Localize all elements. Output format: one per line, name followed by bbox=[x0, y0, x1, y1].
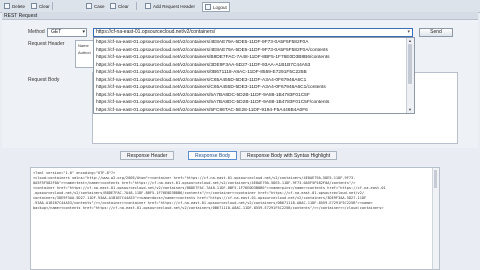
response-line: <?xml version="1.0" encoding="UTF-8"?> bbox=[33, 171, 116, 175]
url-autocomplete-dropdown[interactable]: https://cf-na-east-01.opsourcecloud.net/… bbox=[93, 37, 415, 114]
logout-icon bbox=[205, 4, 211, 10]
dropdown-item[interactable]: https://cf-na-east-01.opsourcecloud.net/… bbox=[96, 69, 307, 76]
method-value: GET bbox=[51, 29, 62, 35]
response-line: 0A5F5F582F0A"><name>test</name><contents… bbox=[33, 181, 356, 185]
dropdown-item[interactable]: https://cf-na-east-01.opsourcecloud.net/… bbox=[96, 39, 308, 46]
add-request-header-button[interactable]: Add Request Header bbox=[145, 2, 195, 10]
add-header-icon bbox=[145, 3, 151, 9]
dropdown-item[interactable]: https://cf-na-east-01.opsourcecloud.net/… bbox=[96, 107, 308, 114]
toolbar-divider bbox=[136, 2, 137, 10]
case-label: Case bbox=[94, 3, 105, 9]
response-line: backup</name><contents href="https://cf-… bbox=[33, 206, 384, 210]
request-body-label: Request Body bbox=[28, 77, 60, 83]
response-line: -93AA-A1B1B7C44A53/contents"/></containe… bbox=[33, 201, 373, 205]
response-scrollbar[interactable] bbox=[432, 168, 439, 269]
panel-title: REST Request bbox=[2, 12, 478, 20]
dropdown-arrow-icon[interactable]: ▾ bbox=[407, 29, 410, 36]
delete-label: Delete bbox=[12, 3, 26, 9]
response-tabs: Response Header Response Body Response B… bbox=[0, 148, 480, 162]
dropdown-item[interactable]: https://cf-na-east-01.opsourcecloud.net/… bbox=[96, 62, 310, 69]
send-button[interactable]: Send bbox=[419, 28, 453, 37]
dropdown-scrollbar[interactable]: ▲ ▼ bbox=[406, 38, 414, 113]
dropdown-item[interactable]: https://cf-na-east-01.opsourcecloud.net/… bbox=[96, 99, 329, 106]
response-line: <container href="https://cf-na-east-01.o… bbox=[33, 186, 386, 190]
clear-button[interactable]: Clear bbox=[31, 2, 50, 10]
delete-icon bbox=[4, 3, 10, 9]
scroll-up-icon[interactable]: ▲ bbox=[408, 38, 412, 43]
url-value: https://cf-na-east-01.opsourcecloud.net/… bbox=[96, 29, 216, 35]
add-request-header-label: Add Request Header bbox=[153, 3, 196, 9]
response-line: <cloud:containers xmlns="http://www.w3.o… bbox=[33, 176, 356, 180]
clear-all-button[interactable]: Clear bbox=[110, 2, 129, 10]
delete-button[interactable]: Delete bbox=[4, 2, 25, 10]
dropdown-item[interactable]: https://cf-na-east-01.opsourcecloud.net/… bbox=[96, 47, 328, 54]
tab-response-body[interactable]: Response Body bbox=[188, 151, 238, 160]
method-select[interactable]: GET ▾ bbox=[47, 28, 87, 37]
clear-all-label: Clear bbox=[118, 3, 129, 9]
dropdown-item[interactable]: https://cf-na-east-01.opsourcecloud.net/… bbox=[96, 54, 329, 61]
tab-response-header[interactable]: Response Header bbox=[120, 151, 175, 160]
response-line: containers/3DE9F3AA-5D27-11DF-93AA-A1B1B… bbox=[33, 196, 367, 200]
response-line: .opsourcecloud.net/v2/containers/B8DE7FA… bbox=[33, 191, 365, 195]
method-label: Method bbox=[28, 29, 45, 35]
dropdown-item[interactable]: https://cf-na-east-01.opsourcecloud.net/… bbox=[96, 77, 306, 84]
url-input[interactable]: https://cf-na-east-01.opsourcecloud.net/… bbox=[93, 28, 413, 37]
clear-icon bbox=[31, 3, 37, 9]
case-icon bbox=[86, 3, 92, 9]
case-button[interactable]: Case bbox=[86, 2, 105, 10]
logout-label: Logout bbox=[213, 4, 227, 10]
chevron-down-icon: ▾ bbox=[82, 29, 85, 35]
scroll-down-icon[interactable]: ▼ bbox=[408, 107, 412, 112]
dropdown-item[interactable]: https://cf-na-east-01.opsourcecloud.net/… bbox=[96, 84, 326, 91]
toolbar-divider bbox=[52, 2, 53, 10]
header-name-column: Name bbox=[78, 43, 89, 48]
logout-button[interactable]: Logout bbox=[202, 2, 230, 12]
dropdown-item[interactable]: https://cf-na-east-01.opsourcecloud.net/… bbox=[96, 92, 310, 99]
dropdown-scroll-thumb[interactable] bbox=[408, 44, 412, 84]
clear-label: Clear bbox=[39, 3, 50, 9]
header-value-cell[interactable]: Authori bbox=[78, 50, 91, 55]
tab-response-body-syntax[interactable]: Response Body with Syntax Highlight bbox=[240, 151, 338, 160]
request-header-label: Request Header bbox=[28, 41, 65, 47]
response-body-text[interactable]: <?xml version="1.0" encoding="UTF-8"?> <… bbox=[30, 167, 440, 270]
response-scroll-thumb[interactable] bbox=[434, 170, 437, 188]
broom-icon bbox=[110, 3, 116, 9]
